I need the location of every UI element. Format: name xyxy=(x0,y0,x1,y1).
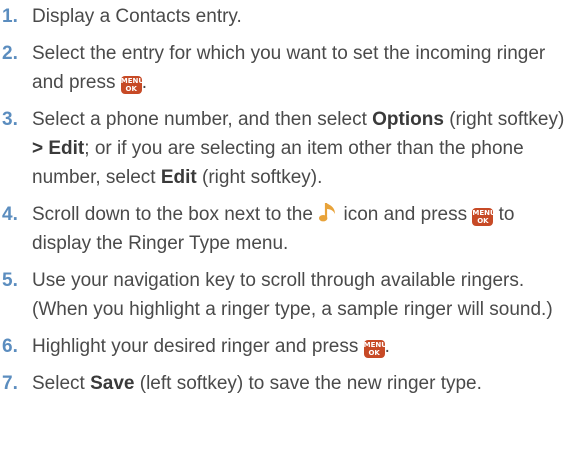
step-4: 4. Scroll down to the box next to the ic… xyxy=(2,200,574,258)
step-number: 1. xyxy=(2,6,18,27)
menu-ok-key-icon: MENU OK xyxy=(120,76,145,94)
step-number: 2. xyxy=(2,43,18,64)
menu-key-bottom-label: OK xyxy=(125,85,137,93)
edit-label: Edit xyxy=(160,167,197,188)
step-text: Select Save (left softkey) to save the n… xyxy=(32,369,574,398)
step-text-part: Select a phone number, and then select xyxy=(32,109,373,130)
step-3: 3. Select a phone number, and then selec… xyxy=(2,105,574,192)
step-text: Use your navigation key to scroll throug… xyxy=(32,270,553,320)
step-2: 2. Select the entry for which you want t… xyxy=(2,39,574,97)
menu-key-top-label: MENU xyxy=(472,209,496,217)
step-number: 7. xyxy=(2,373,18,394)
music-note-icon xyxy=(319,203,336,222)
save-label: Save xyxy=(90,373,135,394)
step-text-part: (right softkey) xyxy=(443,109,565,130)
step-text-part: Scroll down to the box next to the xyxy=(32,204,319,225)
instruction-steps: 1. Display a Contacts entry. 2. Select t… xyxy=(0,0,584,398)
menu-ok-key-icon: MENU OK xyxy=(363,340,387,358)
step-number: 5. xyxy=(2,270,18,291)
menu-key-bottom-label: OK xyxy=(368,349,380,357)
step-text: Select a phone number, and then select O… xyxy=(32,105,574,192)
step-text-part: (right softkey). xyxy=(196,167,323,188)
options-label: Options xyxy=(372,109,444,130)
step-number: 6. xyxy=(2,336,18,357)
step-text-part: Select the entry for which you want to s… xyxy=(32,43,546,93)
step-number: 4. xyxy=(2,204,18,225)
menu-key-top-label: MENU xyxy=(363,341,387,349)
step-text-part: . xyxy=(384,336,390,357)
step-text-part: (left softkey) to save the new ringer ty… xyxy=(134,373,482,394)
step-text-part: Highlight your desired ringer and press xyxy=(32,336,364,357)
step-text: Highlight your desired ringer and press … xyxy=(32,332,574,361)
menu-ok-key-icon: MENU OK xyxy=(472,208,496,226)
step-text-part: icon and press xyxy=(338,204,473,225)
step-7: 7. Select Save (left softkey) to save th… xyxy=(2,369,574,398)
step-5: 5. Use your navigation key to scroll thr… xyxy=(2,266,574,324)
step-text: Scroll down to the box next to the icon … xyxy=(32,200,574,258)
step-text: Select the entry for which you want to s… xyxy=(32,39,574,97)
step-6: 6. Highlight your desired ringer and pre… xyxy=(2,332,574,361)
step-1: 1. Display a Contacts entry. xyxy=(2,2,574,31)
step-number: 3. xyxy=(2,109,18,130)
menu-key-bottom-label: OK xyxy=(477,217,489,225)
step-text-part: Select xyxy=(32,373,91,394)
step-text-part: . xyxy=(141,72,148,93)
menu-key-top-label: MENU xyxy=(120,77,145,85)
step-text: Display a Contacts entry. xyxy=(32,6,242,27)
edit-label: > Edit xyxy=(32,138,85,159)
